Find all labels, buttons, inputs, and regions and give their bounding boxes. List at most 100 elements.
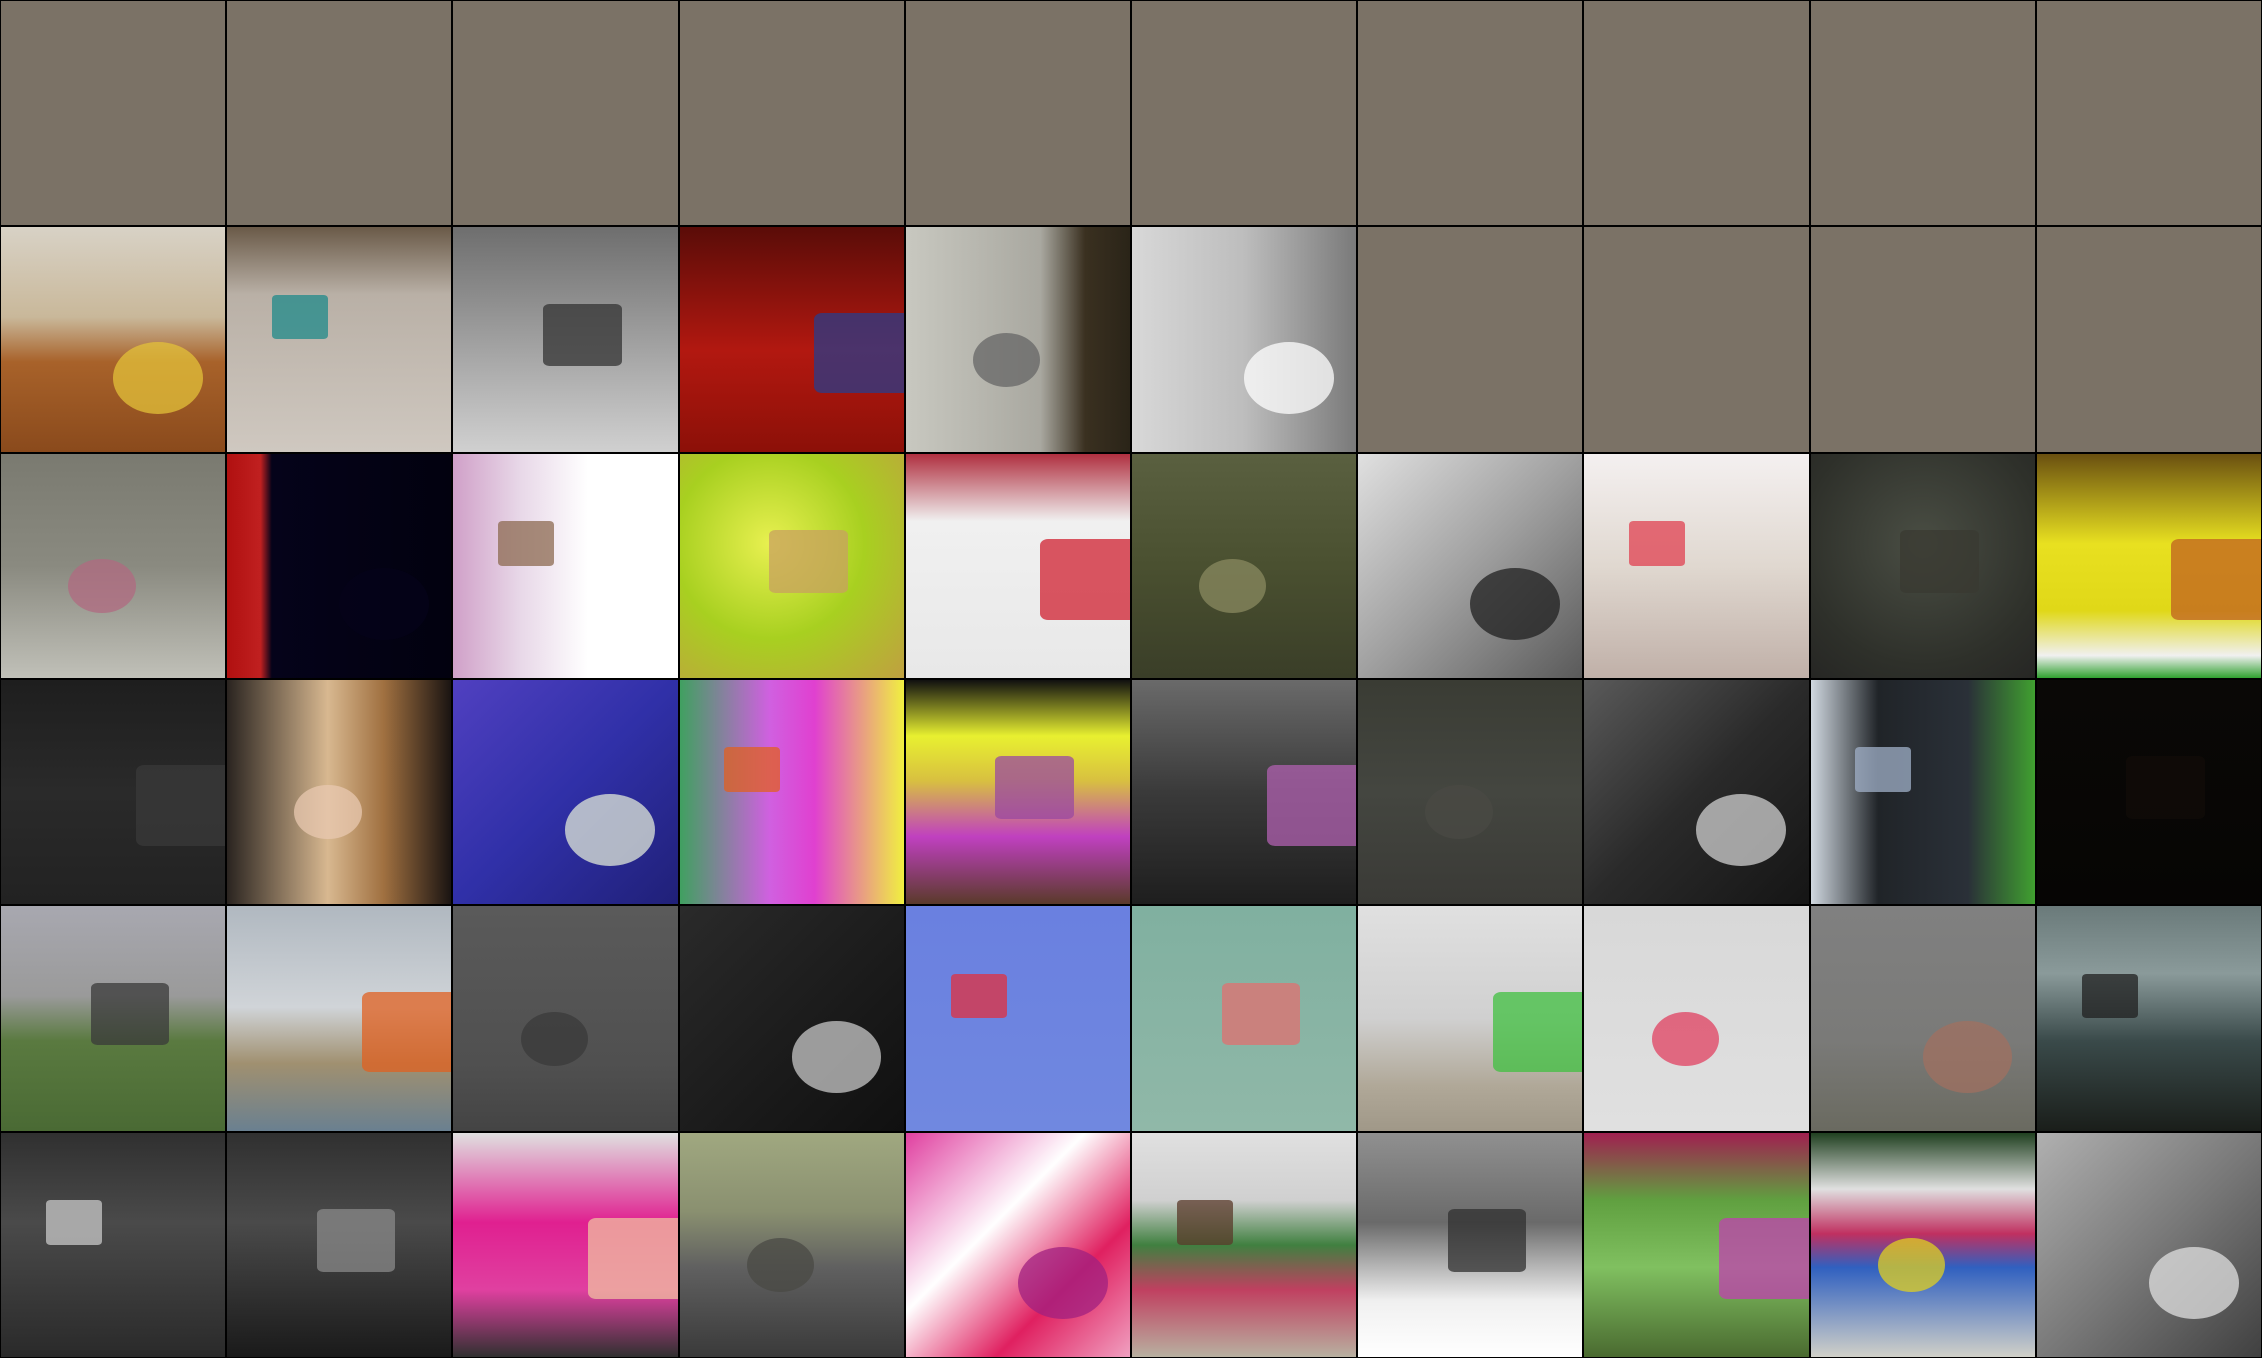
magenta-motorcycle-photo[interactable]: [905, 1132, 1130, 1357]
black-dark-photo[interactable]: [2036, 679, 2261, 905]
foggy-beach-photo[interactable]: [1810, 906, 2035, 1131]
subject-shape: [973, 332, 1041, 387]
placeholder-tile[interactable]: [1358, 1, 1583, 226]
subject-shape: [1900, 529, 1979, 593]
placeholder-tile[interactable]: [679, 1, 904, 226]
subject-shape: [1718, 1217, 1809, 1299]
kitchen-table-photo[interactable]: [1, 227, 226, 452]
bright-blur-flowers-photo[interactable]: [453, 453, 678, 678]
cat-engine-photo[interactable]: [679, 1132, 904, 1357]
subject-shape: [113, 341, 203, 414]
birthday-cake-grayscale-photo[interactable]: [453, 227, 678, 452]
placeholder-tile[interactable]: [905, 1, 1130, 226]
green-doors-moped-photo[interactable]: [1584, 1132, 1809, 1357]
bus-window-photo[interactable]: [1, 1132, 226, 1357]
subject-shape: [2171, 538, 2261, 620]
subject-shape: [45, 1199, 102, 1245]
pink-car-photo[interactable]: [453, 1132, 678, 1357]
placeholder-tile[interactable]: [1131, 1, 1357, 226]
banana-grayscale-photo[interactable]: [1358, 453, 1583, 678]
subject-shape: [587, 1217, 678, 1299]
subject-shape: [814, 312, 904, 394]
subject-shape: [746, 1238, 815, 1292]
teal-sky-kite-photo[interactable]: [1131, 906, 1357, 1131]
placeholder-tile[interactable]: [1584, 1, 1809, 226]
subject-shape: [565, 794, 656, 867]
subject-shape: [2148, 1247, 2239, 1319]
man-pink-shirt-photo[interactable]: [679, 679, 904, 905]
subject-shape: [68, 559, 136, 613]
green-texture-photo[interactable]: [679, 453, 904, 678]
night-bus-photo[interactable]: [227, 1132, 452, 1357]
white-van-photo[interactable]: [1358, 1132, 1583, 1357]
park-bench-photo[interactable]: [1131, 1132, 1357, 1357]
boy-green-shirt-photo[interactable]: [1358, 906, 1583, 1131]
beach-kites-photo[interactable]: [227, 906, 452, 1131]
subject-shape: [1492, 991, 1583, 1073]
subject-shape: [791, 1020, 882, 1093]
subject-shape: [361, 991, 452, 1073]
subject-shape: [339, 568, 429, 640]
subject-shape: [1266, 765, 1357, 846]
subject-shape: [2126, 756, 2205, 820]
suit-groom-photo[interactable]: [1810, 679, 2035, 905]
stormy-kites-photo[interactable]: [2036, 906, 2261, 1131]
placeholder-tile[interactable]: [2036, 227, 2261, 452]
street-bus-grayscale-photo[interactable]: [2036, 1132, 2261, 1357]
subject-shape: [995, 756, 1074, 820]
subject-shape: [272, 294, 329, 340]
man-hat-yellow-photo[interactable]: [905, 679, 1130, 905]
placeholder-tile[interactable]: [1810, 1, 2035, 226]
red-tile-floor-photo[interactable]: [679, 227, 904, 452]
white-cabinets-photo[interactable]: [1131, 227, 1357, 452]
placeholder-tile[interactable]: [1, 1, 226, 226]
subject-shape: [1922, 1020, 2013, 1093]
subject-shape: [950, 973, 1007, 1019]
purple-shirt-selfie-photo[interactable]: [453, 679, 678, 905]
subject-shape: [1425, 785, 1493, 840]
subject-shape: [135, 765, 226, 846]
subject-shape: [1651, 1011, 1719, 1066]
phone-call-photo[interactable]: [1131, 679, 1357, 905]
prom-couple-photo[interactable]: [227, 679, 452, 905]
shirt-dim-photo[interactable]: [1358, 679, 1583, 905]
subject-shape: [724, 747, 781, 793]
subject-shape: [1176, 1199, 1233, 1245]
subject-shape: [520, 1011, 588, 1066]
subject-shape: [1696, 794, 1787, 867]
strawberry-cake-photo[interactable]: [905, 453, 1130, 678]
placeholder-tile[interactable]: [1584, 227, 1809, 452]
placeholder-tile[interactable]: [1810, 227, 2035, 452]
blue-sky-kite-photo[interactable]: [905, 906, 1130, 1131]
placeholder-tile[interactable]: [227, 1, 452, 226]
pale-sky-kite-photo[interactable]: [1584, 906, 1809, 1131]
yellow-cake-photo[interactable]: [2036, 453, 2261, 678]
subject-shape: [90, 982, 170, 1046]
park-kites-photo[interactable]: [1, 906, 226, 1131]
striped-blankets-photo[interactable]: [1810, 1132, 2035, 1357]
man-tie-closeup-photo[interactable]: [1584, 679, 1809, 905]
dessert-bright-photo[interactable]: [1584, 453, 1809, 678]
subject-shape: [543, 303, 622, 367]
neon-sign-dark-photo[interactable]: [227, 453, 452, 678]
subject-shape: [498, 520, 555, 566]
subject-shape: [1470, 568, 1560, 640]
placeholder-tile[interactable]: [453, 1, 678, 226]
subject-shape: [1877, 1238, 1946, 1292]
dark-tie-photo[interactable]: [1, 679, 226, 905]
refrigerator-photo[interactable]: [905, 227, 1130, 452]
subject-shape: [1221, 982, 1301, 1046]
subject-shape: [2081, 973, 2138, 1019]
donut-child-photo[interactable]: [1, 453, 226, 678]
subject-shape: [316, 1208, 396, 1272]
luggage-floor-photo[interactable]: [227, 227, 452, 452]
subject-shape: [769, 529, 848, 593]
placeholder-tile[interactable]: [2036, 1, 2261, 226]
placeholder-tile[interactable]: [1358, 227, 1583, 452]
subject-shape: [1447, 1208, 1527, 1272]
dark-bowl-photo[interactable]: [1810, 453, 2035, 678]
subject-shape: [1040, 538, 1130, 620]
pizza-dark-photo[interactable]: [1131, 453, 1357, 678]
gray-haze-photo[interactable]: [453, 906, 678, 1131]
kite-closeup-photo[interactable]: [679, 906, 904, 1131]
